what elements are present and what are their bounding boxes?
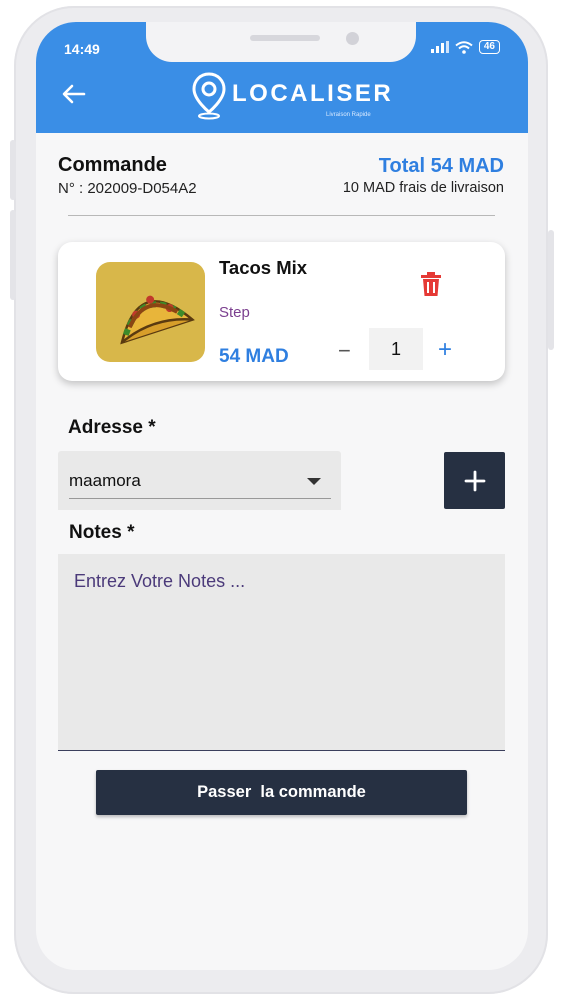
notes-textarea[interactable]: Entrez Votre Notes ... bbox=[58, 554, 505, 751]
order-title: Commande bbox=[58, 154, 167, 176]
increase-quantity-button[interactable]: + bbox=[438, 336, 452, 364]
status-icons: 46 bbox=[430, 40, 500, 54]
phone-side-button bbox=[548, 230, 554, 350]
quantity-value: 1 bbox=[369, 328, 423, 370]
plus-icon bbox=[464, 470, 485, 491]
address-selected-value: maamora bbox=[69, 471, 141, 490]
delivery-fee: 10 MAD frais de livraison bbox=[342, 180, 504, 196]
trash-icon bbox=[421, 272, 441, 296]
signal-icon bbox=[430, 41, 449, 53]
logo-text: LOCALISER bbox=[232, 80, 394, 107]
location-pin-icon bbox=[192, 72, 226, 120]
delete-item-button[interactable] bbox=[420, 272, 442, 302]
status-time: 14:49 bbox=[64, 41, 100, 57]
select-underline bbox=[69, 498, 331, 499]
decrease-quantity-button[interactable]: − bbox=[338, 338, 351, 364]
product-name: Tacos Mix bbox=[219, 257, 308, 278]
logo-subtitle: Livraison Rapide bbox=[326, 112, 371, 118]
wifi-icon bbox=[455, 40, 473, 54]
order-number: N° : 202009-D054A2 bbox=[58, 180, 197, 197]
back-button[interactable] bbox=[62, 84, 86, 109]
address-label: Adresse * bbox=[68, 417, 156, 438]
add-address-button[interactable] bbox=[444, 452, 505, 509]
app-bar: 14:49 46 LOCALISER Livraison Rapide bbox=[36, 22, 528, 133]
notes-label: Notes * bbox=[69, 522, 135, 543]
phone-side-button bbox=[10, 210, 16, 300]
divider bbox=[68, 215, 495, 216]
back-arrow-icon bbox=[62, 84, 86, 104]
notes-placeholder: Entrez Votre Notes ... bbox=[74, 571, 246, 591]
cart-item-card: Tacos Mix Step 54 MAD − 1 + bbox=[58, 242, 505, 381]
taco-icon bbox=[120, 295, 195, 345]
front-camera bbox=[346, 32, 359, 45]
product-image bbox=[96, 262, 205, 362]
product-store: Step bbox=[219, 304, 250, 321]
speaker bbox=[250, 35, 320, 41]
app-screen: 14:49 46 LOCALISER Livraison Rapide Comm… bbox=[36, 22, 528, 970]
address-select[interactable]: maamora bbox=[58, 451, 341, 510]
battery-icon: 46 bbox=[478, 40, 500, 54]
place-order-button[interactable]: Passer la commande bbox=[96, 770, 467, 815]
order-total: Total 54 MAD bbox=[378, 155, 504, 177]
phone-notch bbox=[146, 22, 416, 62]
phone-side-button bbox=[10, 140, 16, 200]
product-price: 54 MAD bbox=[219, 346, 289, 367]
dropdown-arrow-icon bbox=[307, 478, 321, 485]
